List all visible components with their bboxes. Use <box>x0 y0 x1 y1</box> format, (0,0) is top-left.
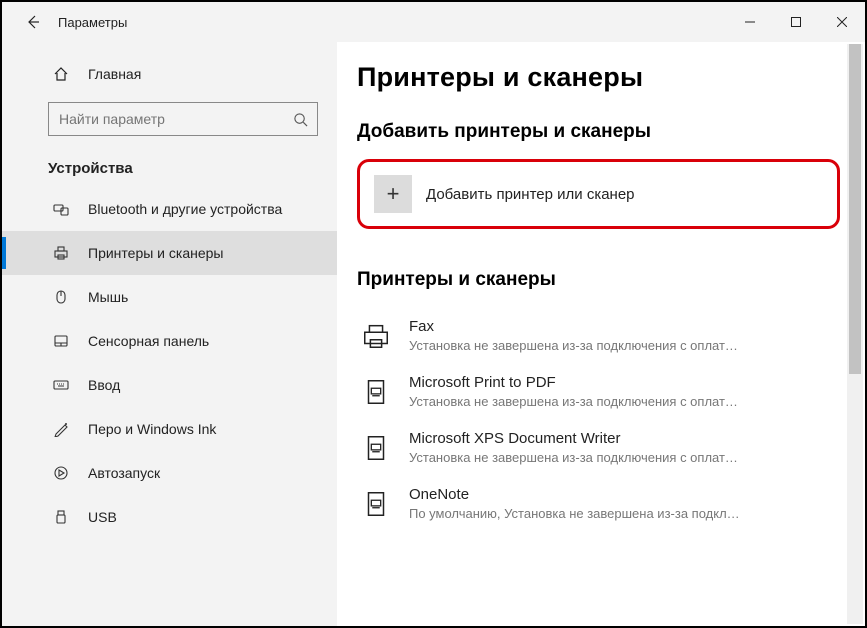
printer-doc-icon <box>357 373 395 411</box>
sidebar-item-autoplay[interactable]: Автозапуск <box>2 451 337 495</box>
printer-doc-icon <box>357 429 395 467</box>
sidebar-item-label: Принтеры и сканеры <box>88 245 223 261</box>
bluetooth-icon <box>52 201 70 217</box>
main-content: Принтеры и сканеры Добавить принтеры и с… <box>337 42 865 626</box>
printer-name: Fax <box>409 317 738 337</box>
sidebar-section-title: Устройства <box>2 142 337 187</box>
sidebar-item-usb[interactable]: USB <box>2 495 337 539</box>
maximize-button[interactable] <box>773 2 819 42</box>
scrollbar[interactable] <box>847 44 863 624</box>
sidebar-item-label: Bluetooth и другие устройства <box>88 201 282 217</box>
printer-name: OneNote <box>409 485 740 505</box>
add-printer-button[interactable]: + Добавить принтер или сканер <box>374 172 823 216</box>
printer-doc-icon <box>357 485 395 523</box>
sidebar-item-bluetooth[interactable]: Bluetooth и другие устройства <box>2 187 337 231</box>
search-icon <box>283 112 317 127</box>
add-section-heading: Добавить принтеры и сканеры <box>357 121 843 143</box>
sidebar-item-label: USB <box>88 509 117 525</box>
sidebar-item-pen[interactable]: Перо и Windows Ink <box>2 407 337 451</box>
minimize-icon <box>745 17 755 27</box>
sidebar-item-typing[interactable]: Ввод <box>2 363 337 407</box>
window-controls <box>727 2 865 42</box>
sidebar: Главная Устройства Bluetooth и другие ус… <box>2 42 337 626</box>
printer-status: Установка не завершена из-за подключения… <box>409 393 738 411</box>
printer-list: Fax Установка не завершена из-за подключ… <box>357 309 843 533</box>
sidebar-item-label: Сенсорная панель <box>88 333 209 349</box>
home-icon <box>52 66 70 82</box>
back-button[interactable] <box>14 2 52 42</box>
printer-status: Установка не завершена из-за подключения… <box>409 337 738 355</box>
arrow-left-icon <box>25 14 41 30</box>
search-box[interactable] <box>48 102 318 136</box>
printer-status: Установка не завершена из-за подключения… <box>409 449 738 467</box>
window-title: Параметры <box>58 15 727 30</box>
add-printer-highlight: + Добавить принтер или сканер <box>357 159 840 229</box>
printer-item-onenote[interactable]: OneNote По умолчанию, Установка не завер… <box>357 477 843 533</box>
touchpad-icon <box>52 333 70 349</box>
sidebar-item-touchpad[interactable]: Сенсорная панель <box>2 319 337 363</box>
maximize-icon <box>791 17 801 27</box>
home-link[interactable]: Главная <box>2 60 337 88</box>
printer-icon <box>52 245 70 261</box>
title-bar: Параметры <box>2 2 865 42</box>
usb-icon <box>52 509 70 525</box>
sidebar-item-label: Ввод <box>88 377 120 393</box>
home-label: Главная <box>88 66 141 82</box>
printer-item-fax[interactable]: Fax Установка не завершена из-за подключ… <box>357 309 843 365</box>
minimize-button[interactable] <box>727 2 773 42</box>
search-wrap <box>2 88 337 142</box>
printer-item-print-to-pdf[interactable]: Microsoft Print to PDF Установка не заве… <box>357 365 843 421</box>
printer-item-xps[interactable]: Microsoft XPS Document Writer Установка … <box>357 421 843 477</box>
printer-status: По умолчанию, Установка не завершена из-… <box>409 505 740 523</box>
sidebar-item-label: Автозапуск <box>88 465 160 481</box>
printer-name: Microsoft Print to PDF <box>409 373 738 393</box>
page-title: Принтеры и сканеры <box>357 62 843 93</box>
close-icon <box>837 17 847 27</box>
settings-window: Параметры Главная <box>0 0 867 628</box>
fax-icon <box>357 317 395 355</box>
add-printer-label: Добавить принтер или сканер <box>426 186 635 203</box>
pen-icon <box>52 421 70 437</box>
scrollbar-thumb[interactable] <box>849 44 861 374</box>
sidebar-item-label: Перо и Windows Ink <box>88 421 216 437</box>
search-input[interactable] <box>49 111 283 127</box>
mouse-icon <box>52 289 70 305</box>
autoplay-icon <box>52 465 70 481</box>
plus-icon: + <box>374 175 412 213</box>
list-section-heading: Принтеры и сканеры <box>357 269 843 291</box>
printer-name: Microsoft XPS Document Writer <box>409 429 738 449</box>
sidebar-item-mouse[interactable]: Мышь <box>2 275 337 319</box>
sidebar-item-printers[interactable]: Принтеры и сканеры <box>2 231 337 275</box>
close-button[interactable] <box>819 2 865 42</box>
keyboard-icon <box>52 377 70 393</box>
sidebar-item-label: Мышь <box>88 289 128 305</box>
window-body: Главная Устройства Bluetooth и другие ус… <box>2 42 865 626</box>
